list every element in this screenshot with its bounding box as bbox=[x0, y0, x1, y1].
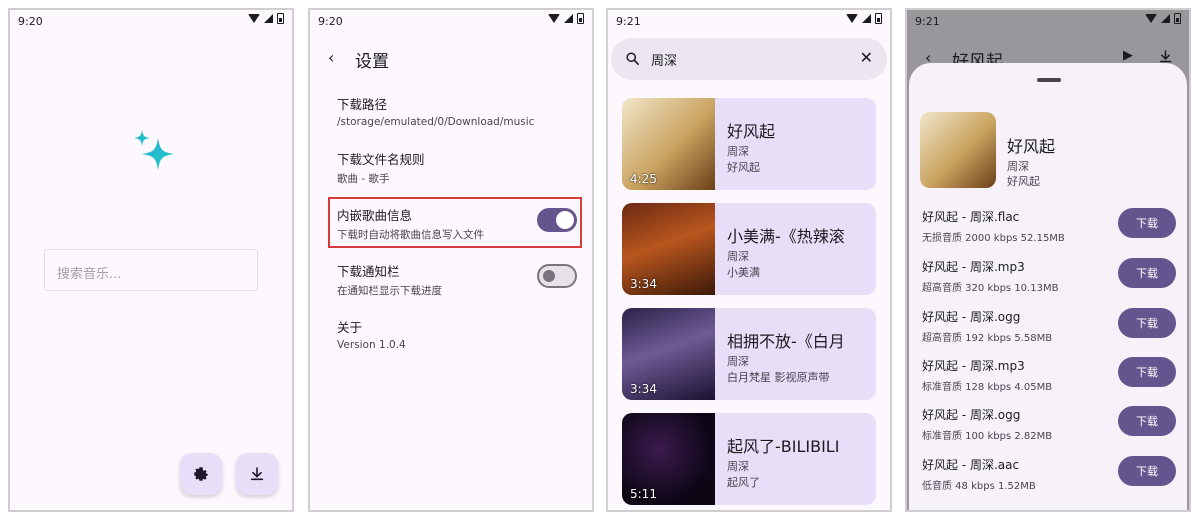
download-button[interactable]: 下载 bbox=[1118, 308, 1176, 338]
result-artist: 周深 bbox=[727, 355, 749, 368]
file-row: 好风起 - 周深.mp3 超高音质 320 kbps 10.13MB 下载 bbox=[922, 258, 1180, 298]
battery-icon bbox=[577, 13, 584, 24]
notification-toggle[interactable] bbox=[537, 264, 577, 288]
result-card[interactable]: 4:25 好风起 周深 好风起 bbox=[622, 98, 876, 190]
file-row: 好风起 - 周深.flac 无损音质 2000 kbps 52.15MB 下载 bbox=[922, 208, 1180, 248]
back-arrow-icon[interactable]: ‹ bbox=[328, 48, 334, 67]
result-album: 起风了 bbox=[727, 476, 760, 489]
setting-title: 下载通知栏 bbox=[337, 264, 400, 279]
wifi-icon bbox=[846, 14, 858, 23]
result-thumbnail: 5:11 bbox=[622, 413, 715, 505]
song-artist: 周深 bbox=[1007, 160, 1029, 173]
result-card[interactable]: 3:34 小美满-《热辣滚 周深 小美满 bbox=[622, 203, 876, 295]
status-time: 9:20 bbox=[318, 15, 343, 28]
result-title: 相拥不放-《白月 bbox=[727, 332, 845, 351]
result-card[interactable]: 3:34 相拥不放-《白月 周深 白月梵星 影视原声带 bbox=[622, 308, 876, 400]
search-screen: 9:21 周深 ✕ 4:25 好风起 周深 好风起 3:34 小美满-《热辣滚 … bbox=[606, 8, 892, 512]
settings-screen: 9:20 ‹ 设置 下载路径 /storage/emulated/0/Downl… bbox=[308, 8, 594, 512]
download-icon[interactable] bbox=[1158, 49, 1173, 64]
search-bar[interactable]: 周深 ✕ bbox=[611, 38, 887, 80]
setting-subtitle: 下载时自动将歌曲信息写入文件 bbox=[337, 229, 484, 241]
file-row: 好风起 - 周深.ogg 超高音质 192 kbps 5.58MB 下载 bbox=[922, 308, 1180, 348]
setting-subtitle: 在通知栏显示下载进度 bbox=[337, 285, 442, 297]
download-button[interactable]: 下载 bbox=[1118, 208, 1176, 238]
result-album: 小美满 bbox=[727, 266, 760, 279]
file-row: 好风起 - 周深.mp3 标准音质 128 kbps 4.05MB 下载 bbox=[922, 357, 1180, 397]
status-bar: 9:20 bbox=[310, 10, 592, 34]
setting-subtitle: Version 1.0.4 bbox=[337, 339, 406, 351]
duration-label: 3:34 bbox=[630, 382, 657, 396]
download-bottom-sheet: 好风起 周深 好风起 好风起 - 周深.flac 无损音质 2000 kbps … bbox=[909, 63, 1187, 510]
duration-label: 3:34 bbox=[630, 277, 657, 291]
result-title: 起风了-BILIBILI bbox=[727, 437, 840, 456]
search-input[interactable]: 搜索音乐... bbox=[44, 249, 258, 291]
wifi-icon bbox=[548, 14, 560, 23]
result-title: 小美满-《热辣滚 bbox=[727, 227, 845, 246]
setting-notification[interactable]: 下载通知栏 在通知栏显示下载进度 bbox=[337, 261, 442, 298]
setting-title: 关于 bbox=[337, 320, 363, 335]
signal-icon bbox=[264, 14, 273, 23]
setting-subtitle: 歌曲 - 歌手 bbox=[337, 173, 390, 185]
download-button[interactable]: 下载 bbox=[1118, 456, 1176, 486]
result-artist: 周深 bbox=[727, 145, 749, 158]
wifi-icon bbox=[1145, 14, 1157, 23]
drag-handle[interactable] bbox=[1037, 78, 1061, 82]
clear-icon[interactable]: ✕ bbox=[860, 48, 873, 67]
song-title: 好风起 bbox=[1007, 137, 1056, 156]
sparkle-logo-icon bbox=[134, 130, 174, 170]
battery-icon bbox=[875, 13, 882, 24]
search-query: 周深 bbox=[651, 54, 678, 69]
file-row: 好风起 - 周深.ogg 标准音质 100 kbps 2.82MB 下载 bbox=[922, 406, 1180, 446]
status-time: 9:21 bbox=[616, 15, 641, 28]
signal-icon bbox=[564, 14, 573, 23]
setting-download-path[interactable]: 下载路径 /storage/emulated/0/Download/music bbox=[337, 94, 534, 128]
download-button[interactable]: 下载 bbox=[1118, 406, 1176, 436]
result-title: 好风起 bbox=[727, 122, 776, 141]
setting-filename-rule[interactable]: 下载文件名规则 歌曲 - 歌手 bbox=[337, 149, 425, 186]
duration-label: 4:25 bbox=[630, 172, 657, 186]
status-time: 9:21 bbox=[915, 15, 940, 28]
duration-label: 5:11 bbox=[630, 487, 657, 501]
result-thumbnail: 4:25 bbox=[622, 98, 715, 190]
result-album: 白月梵星 影视原声带 bbox=[727, 371, 830, 384]
gear-icon bbox=[194, 467, 208, 481]
setting-subtitle: /storage/emulated/0/Download/music bbox=[337, 116, 535, 128]
result-thumbnail: 3:34 bbox=[622, 308, 715, 400]
downloads-button[interactable] bbox=[236, 453, 278, 495]
download-icon bbox=[250, 467, 264, 481]
home-screen: 9:20 搜索音乐... bbox=[8, 8, 294, 512]
battery-icon bbox=[277, 13, 284, 24]
signal-icon bbox=[862, 14, 871, 23]
download-screen: 9:21 ‹ 好风起 ▶ 好风起 周深 好风起 好风起 - 周深.flac 无损… bbox=[905, 8, 1191, 512]
page-title: 设置 bbox=[355, 52, 389, 72]
settings-button[interactable] bbox=[180, 453, 222, 495]
result-card[interactable]: 5:11 起风了-BILIBILI 周深 起风了 bbox=[622, 413, 876, 505]
result-album: 好风起 bbox=[727, 161, 760, 174]
result-artist: 周深 bbox=[727, 460, 749, 473]
setting-embed-info[interactable]: 内嵌歌曲信息 下载时自动将歌曲信息写入文件 bbox=[337, 205, 484, 242]
setting-title: 下载路径 bbox=[337, 97, 388, 112]
status-bar: 9:20 bbox=[10, 10, 292, 34]
status-bar: 9:21 bbox=[608, 10, 890, 34]
embed-info-toggle[interactable] bbox=[537, 208, 577, 232]
download-button[interactable]: 下载 bbox=[1118, 258, 1176, 288]
song-album: 好风起 bbox=[1007, 175, 1040, 188]
search-placeholder: 搜索音乐... bbox=[57, 267, 122, 282]
status-bar: 9:21 bbox=[907, 10, 1189, 34]
search-icon bbox=[626, 52, 639, 65]
status-time: 9:20 bbox=[18, 15, 43, 28]
album-cover bbox=[920, 112, 996, 188]
play-icon[interactable]: ▶ bbox=[1123, 48, 1133, 63]
setting-title: 内嵌歌曲信息 bbox=[337, 208, 413, 223]
signal-icon bbox=[1161, 14, 1170, 23]
file-row: 好风起 - 周深.aac 低音质 48 kbps 1.52MB 下载 bbox=[922, 456, 1180, 496]
wifi-icon bbox=[248, 14, 260, 23]
result-artist: 周深 bbox=[727, 250, 749, 263]
result-thumbnail: 3:34 bbox=[622, 203, 715, 295]
download-button[interactable]: 下载 bbox=[1118, 357, 1176, 387]
battery-icon bbox=[1174, 13, 1181, 24]
setting-title: 下载文件名规则 bbox=[337, 152, 425, 167]
setting-about[interactable]: 关于 Version 1.0.4 bbox=[337, 317, 406, 351]
